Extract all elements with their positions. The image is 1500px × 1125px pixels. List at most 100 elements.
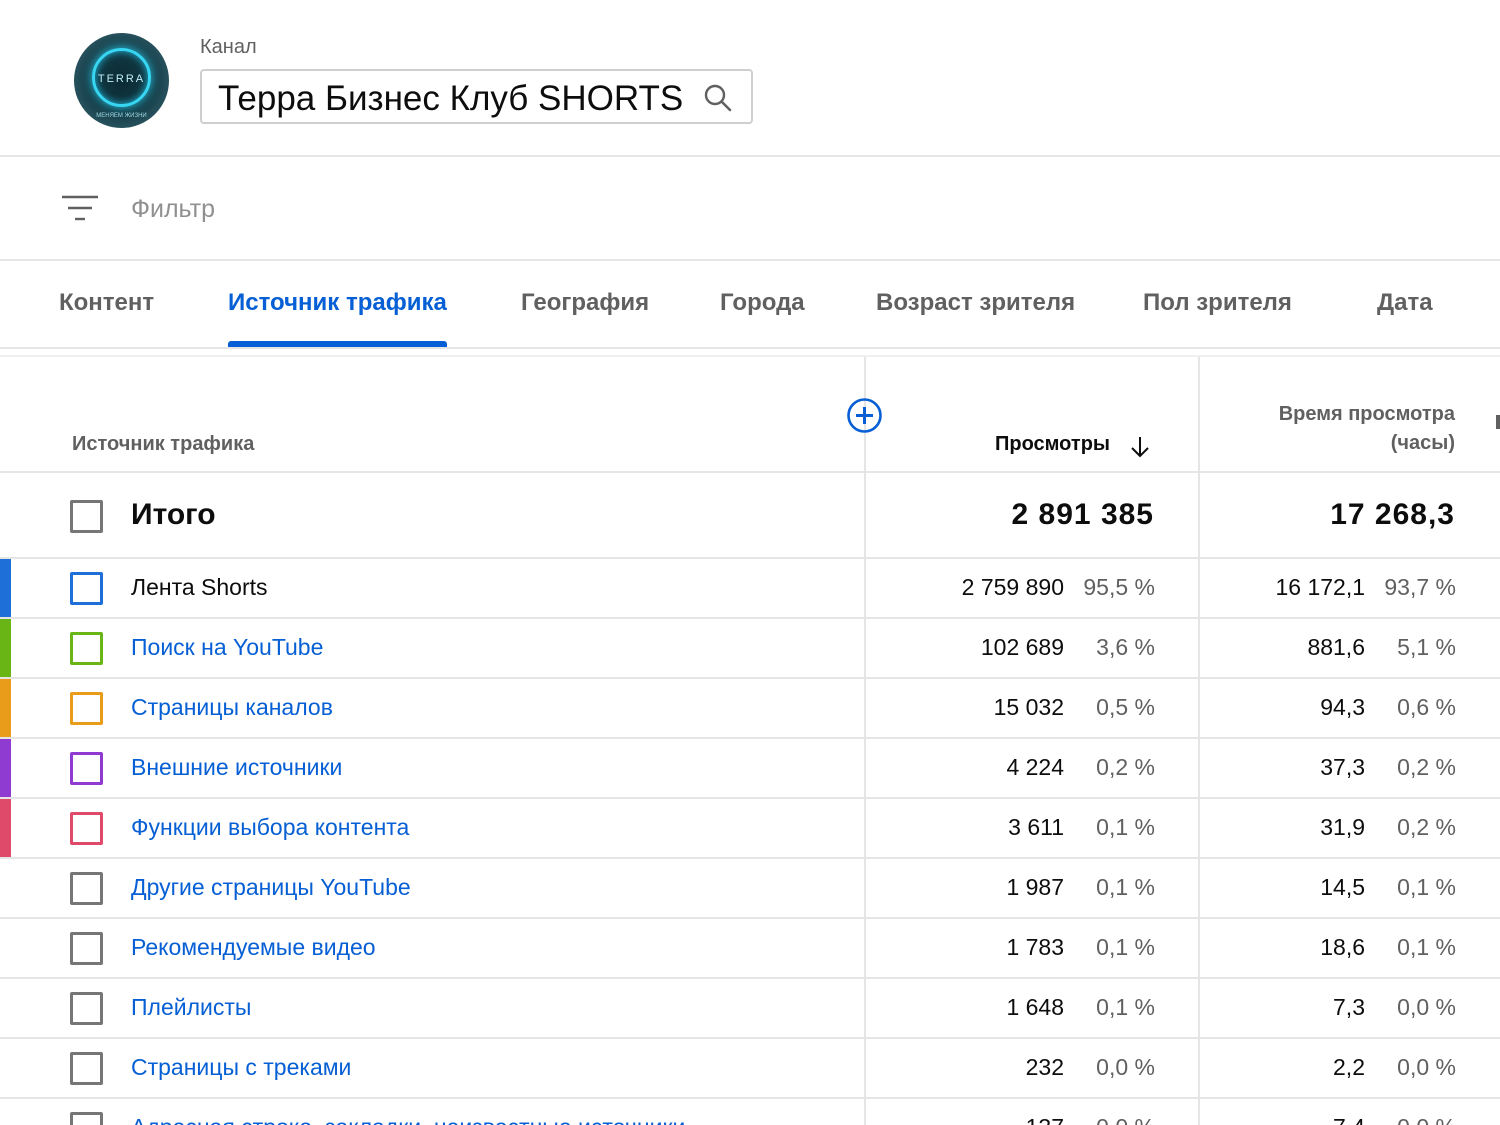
watch-time-percent: 0,0 % (1397, 1114, 1456, 1125)
table-row[interactable]: Поиск на YouTube 102 689 3,6 % 881,6 5,1 % (0, 619, 1500, 679)
table-row[interactable]: Страницы каналов 15 032 0,5 % 94,3 0,6 % (0, 679, 1500, 739)
views-value: 232 (1025, 1054, 1064, 1080)
row-checkbox[interactable] (70, 932, 103, 965)
watch-time-percent: 0,6 % (1397, 694, 1456, 720)
header-views[interactable]: Просмотры (995, 433, 1110, 456)
watch-time-percent: 0,1 % (1397, 874, 1456, 900)
traffic-table: Источник трафика Просмотры Время просмот… (0, 355, 1500, 1125)
watch-time-percent: 0,0 % (1397, 1054, 1456, 1080)
tab-traffic-source[interactable]: Источник трафика (228, 289, 447, 317)
table-row[interactable]: Страницы с треками 232 0,0 % 2,2 0,0 % (0, 1039, 1500, 1099)
filter-icon[interactable] (62, 194, 98, 222)
header-watch-time-line2: (часы) (1390, 432, 1455, 454)
tab-content[interactable]: Контент (59, 289, 154, 317)
series-color-bar (0, 619, 11, 677)
row-label-link[interactable]: Страницы каналов (131, 694, 333, 721)
channel-selector[interactable]: Терра Бизнес Клуб SHORTS (200, 69, 753, 124)
row-checkbox[interactable] (70, 752, 103, 785)
views-value: 3 611 (1008, 814, 1064, 840)
dimension-tabs: Контент Источник трафика География Город… (0, 261, 1500, 349)
views-percent: 3,6 % (1096, 634, 1155, 660)
views-value: 4 224 (1006, 754, 1064, 780)
watch-time-value: 37,3 (1320, 754, 1365, 780)
watch-time-value: 16 172,1 (1275, 574, 1365, 600)
total-views: 2 891 385 (1011, 498, 1154, 531)
row-label: Лента Shorts (131, 574, 268, 600)
views-value: 1 648 (1006, 994, 1064, 1020)
row-checkbox[interactable] (70, 572, 103, 605)
row-checkbox[interactable] (70, 1112, 103, 1125)
watch-time-value: 31,9 (1320, 814, 1365, 840)
watch-time-value: 18,6 (1320, 934, 1365, 960)
row-checkbox[interactable] (70, 992, 103, 1025)
table-row[interactable]: Лента Shorts 2 759 890 95,5 % 16 172,1 93,7 … (0, 559, 1500, 619)
table-row[interactable]: Функции выбора контента 3 611 0,1 % 31,9 0,2… (0, 799, 1500, 859)
table-row[interactable]: Плейлисты 1 648 0,1 % 7,3 0,0 % (0, 979, 1500, 1039)
tab-cities[interactable]: Города (720, 289, 805, 317)
row-checkbox[interactable] (70, 872, 103, 905)
views-percent: 0,1 % (1096, 994, 1155, 1020)
watch-time-percent: 93,7 % (1384, 574, 1456, 600)
watch-time-percent: 0,2 % (1397, 754, 1456, 780)
row-checkbox[interactable] (70, 812, 103, 845)
tab-viewer-age[interactable]: Возраст зрителя (876, 289, 1075, 317)
watch-time-percent: 0,1 % (1397, 934, 1456, 960)
total-watch-time: 17 268,3 (1330, 498, 1455, 531)
views-percent: 0,2 % (1096, 754, 1155, 780)
views-value: 2 759 890 (961, 574, 1064, 600)
table-row[interactable]: Другие страницы YouTube 1 987 0,1 % 14,5 0,1… (0, 859, 1500, 919)
views-value: 1 783 (1006, 934, 1064, 960)
header-traffic-source[interactable]: Источник трафика (72, 433, 254, 456)
series-color-bar (0, 739, 11, 797)
watch-time-value: 94,3 (1320, 694, 1365, 720)
watch-time-percent: 0,2 % (1397, 814, 1456, 840)
row-label-link[interactable]: Поиск на YouTube (131, 634, 323, 661)
tab-date[interactable]: Дата (1377, 289, 1433, 317)
views-percent: 0,0 % (1096, 1054, 1155, 1080)
row-label-link[interactable]: Внешние источники (131, 754, 342, 781)
total-row: Итого 2 891 385 17 268,3 (0, 473, 1500, 559)
active-tab-indicator (228, 341, 447, 347)
tab-viewer-gender[interactable]: Пол зрителя (1143, 289, 1292, 317)
row-label-link[interactable]: Рекомендуемые видео (131, 934, 376, 961)
watch-time-value: 7,3 (1333, 994, 1365, 1020)
views-percent: 0,1 % (1096, 934, 1155, 960)
channel-header: TERRA МЕНЯЕМ ЖИЗНИ Канал Терра Бизнес Кл… (0, 0, 1500, 157)
views-percent: 0,5 % (1096, 694, 1155, 720)
watch-time-value: 881,6 (1307, 634, 1365, 660)
watch-time-percent: 0,0 % (1397, 994, 1456, 1020)
tab-geography[interactable]: География (521, 289, 649, 317)
row-checkbox[interactable] (70, 1052, 103, 1085)
row-label-link[interactable]: Адресная строка, закладки, неизвестные и… (131, 1114, 685, 1125)
views-percent: 0,1 % (1096, 874, 1155, 900)
views-percent: 95,5 % (1083, 574, 1155, 600)
table-row[interactable]: Внешние источники 4 224 0,2 % 37,3 0,2 % (0, 739, 1500, 799)
header-watch-time[interactable]: Время просмотра (часы) (1279, 403, 1455, 455)
table-row[interactable]: Адресная строка, закладки, неизвестные и… (0, 1099, 1500, 1125)
filter-input[interactable]: Фильтр (131, 195, 215, 224)
row-label-link[interactable]: Плейлисты (131, 994, 251, 1021)
search-icon[interactable] (703, 83, 733, 113)
avatar-sub-text: МЕНЯЕМ ЖИЗНИ (96, 113, 147, 119)
add-column-icon[interactable] (846, 397, 883, 434)
watch-time-value: 7,4 (1333, 1114, 1365, 1125)
views-value: 102 689 (980, 634, 1064, 660)
row-label-link[interactable]: Функции выбора контента (131, 814, 409, 841)
filter-bar[interactable]: Фильтр (0, 157, 1500, 261)
channel-avatar[interactable]: TERRA МЕНЯЕМ ЖИЗНИ (74, 33, 169, 128)
series-color-bar (0, 559, 11, 617)
watch-time-value: 14,5 (1320, 874, 1365, 900)
watch-time-value: 2,2 (1333, 1054, 1365, 1080)
row-label-link[interactable]: Страницы с треками (131, 1054, 351, 1081)
total-label: Итого (131, 498, 216, 531)
row-label-link[interactable]: Другие страницы YouTube (131, 874, 411, 901)
channel-name: Терра Бизнес Клуб SHORTS (218, 79, 684, 118)
series-color-bar (0, 799, 11, 857)
total-checkbox[interactable] (70, 500, 103, 533)
views-value: 1 987 (1006, 874, 1064, 900)
row-checkbox[interactable] (70, 632, 103, 665)
table-row[interactable]: Рекомендуемые видео 1 783 0,1 % 18,6 0,1 % (0, 919, 1500, 979)
sort-down-icon[interactable] (1129, 435, 1151, 459)
views-percent: 0,1 % (1096, 814, 1155, 840)
row-checkbox[interactable] (70, 692, 103, 725)
